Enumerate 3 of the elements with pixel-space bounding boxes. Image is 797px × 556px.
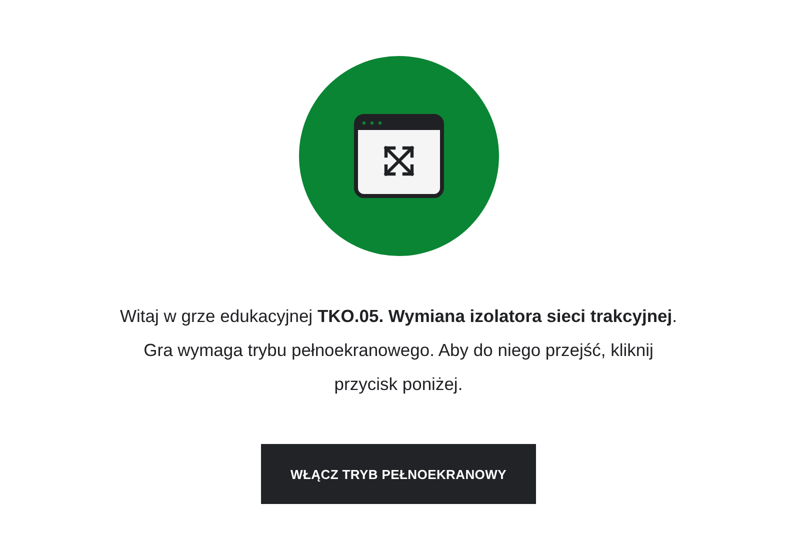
intro-text: Witaj w grze edukacyjnej TKO.05. Wymiana izolatora sieci trakcyjnej. Gra wymaga trybu pełnoekranowego. Aby do niego przejść, kliknij przycisk poniżej. [118, 305, 678, 396]
fullscreen-button[interactable]: WŁĄCZ TRYB PEŁNOEKRANOWY [261, 444, 536, 504]
fullscreen-window-icon [354, 114, 444, 198]
